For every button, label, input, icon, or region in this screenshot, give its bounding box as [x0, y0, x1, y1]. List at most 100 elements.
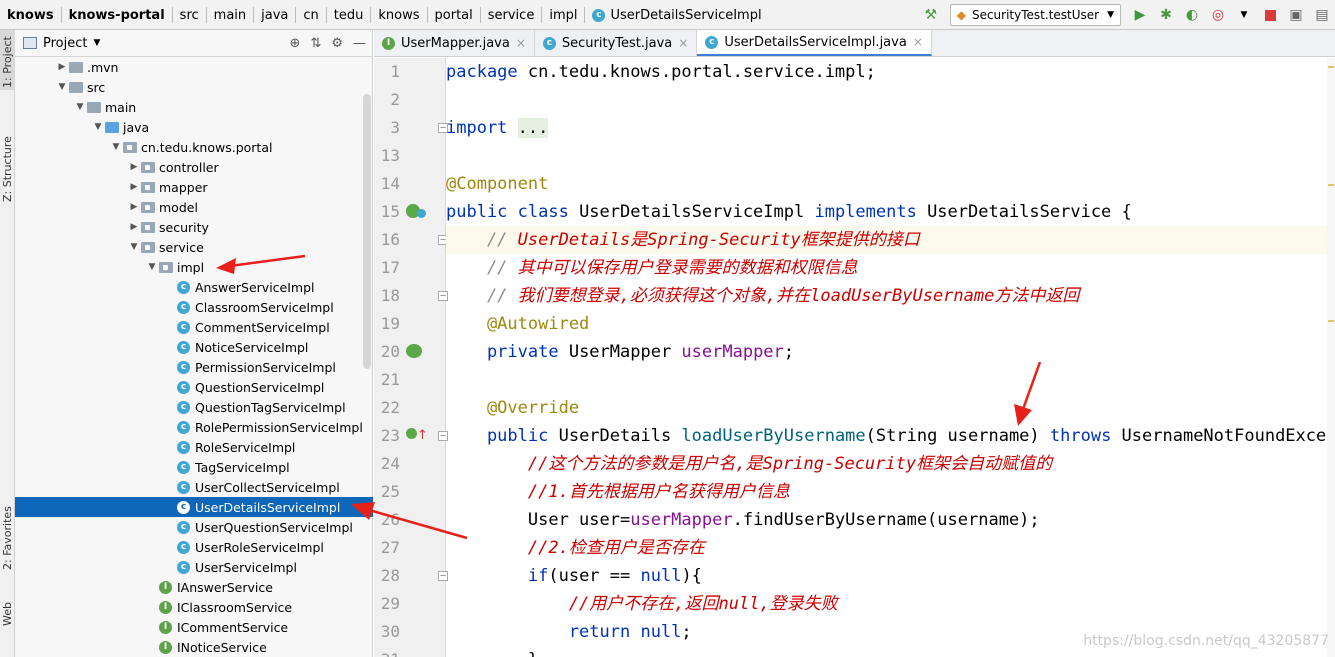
collapse-all-icon[interactable]: ⇅	[310, 36, 321, 51]
profiler-icon[interactable]: ◎	[1205, 0, 1231, 30]
breadcrumb-item[interactable]: knows	[371, 0, 426, 30]
tree-item-file[interactable]: c AnswerServiceImpl	[163, 277, 315, 297]
code-line[interactable]: public class UserDetailsServiceImpl impl…	[446, 198, 1335, 226]
expand-down-icon[interactable]: ▼	[73, 102, 87, 112]
expand-down-icon[interactable]: ▼	[127, 242, 141, 252]
breadcrumb-item[interactable]: main	[207, 0, 253, 30]
tree-item-folder[interactable]: ▼ impl	[145, 257, 205, 277]
project-structure-icon[interactable]: ▣	[1283, 0, 1309, 30]
tree-item-file[interactable]: c ClassroomServiceImpl	[163, 297, 334, 317]
code-line[interactable]: private UserMapper userMapper;	[446, 338, 1335, 366]
tree-item-file[interactable]: c QuestionTagServiceImpl	[163, 397, 346, 417]
breadcrumb-item[interactable]: impl	[542, 0, 584, 30]
code-line[interactable]	[446, 86, 1335, 114]
code-line[interactable]: //1.首先根据用户名获得用户信息	[446, 478, 1335, 506]
close-icon[interactable]: ×	[913, 35, 923, 49]
tree-item-file[interactable]: c NoticeServiceImpl	[163, 337, 308, 357]
expand-right-icon[interactable]: ▶	[127, 182, 141, 192]
editor-scrollbar[interactable]	[1327, 58, 1335, 657]
project-tool-tab[interactable]: 1: Project	[0, 30, 15, 90]
spring-bean-icon[interactable]	[406, 204, 426, 221]
tree-item-folder[interactable]: ▶ model	[127, 197, 198, 217]
breadcrumb-item[interactable]: src	[173, 0, 206, 30]
expand-down-icon[interactable]: ▼	[109, 142, 123, 152]
code-line[interactable]: // 我们要想登录,必须获得这个对象,并在loadUserByUsername方…	[446, 282, 1335, 310]
breadcrumb-item[interactable]: knows-portal	[62, 0, 172, 30]
tree-item-file[interactable]: c UserCollectServiceImpl	[163, 477, 340, 497]
tree-item-file[interactable]: I IAnswerService	[145, 577, 273, 597]
code-line[interactable]: @Component	[446, 170, 1335, 198]
tree-item-folder[interactable]: ▼ java	[91, 117, 150, 137]
breadcrumb-item[interactable]: cn	[296, 0, 325, 30]
favorites-tool-tab[interactable]: 2: Favorites	[0, 500, 15, 590]
code-line[interactable]: package cn.tedu.knows.portal.service.imp…	[446, 58, 1335, 86]
breadcrumb-item[interactable]: tedu	[327, 0, 371, 30]
tree-item-folder[interactable]: ▼ cn.tedu.knows.portal	[109, 137, 273, 157]
build-hammer-icon[interactable]: ⚒	[918, 0, 944, 30]
code-line[interactable]: // 其中可以保存用户登录需要的数据和权限信息	[446, 254, 1335, 282]
tree-item-file[interactable]: c RolePermissionServiceImpl	[163, 417, 363, 437]
expand-right-icon[interactable]: ▶	[127, 162, 141, 172]
override-method-icon[interactable]: ↑	[406, 428, 428, 443]
hide-panel-icon[interactable]: —	[353, 36, 366, 51]
tree-item-file[interactable]: c RoleServiceImpl	[163, 437, 295, 457]
gear-icon[interactable]: ⚙	[331, 36, 343, 51]
layout-icon[interactable]: ▤	[1309, 0, 1335, 30]
tree-item-file[interactable]: I IClassroomService	[145, 597, 292, 617]
tree-item-file[interactable]: c UserDetailsServiceImpl	[15, 497, 373, 517]
breadcrumb-item[interactable]: knows	[0, 0, 61, 30]
expand-down-icon[interactable]: ▼	[55, 82, 69, 92]
code-line[interactable]: User user=userMapper.findUserByUsername(…	[446, 506, 1335, 534]
tree-item-file[interactable]: c UserServiceImpl	[163, 557, 297, 577]
code-line[interactable]: //用户不存在,返回null,登录失败	[446, 590, 1335, 618]
tree-item-folder[interactable]: ▼ src	[55, 77, 106, 97]
tree-item-file[interactable]: c TagServiceImpl	[163, 457, 290, 477]
tree-item-file[interactable]: c QuestionServiceImpl	[163, 377, 324, 397]
autowired-bean-icon[interactable]	[406, 344, 422, 361]
tree-item-file[interactable]: c UserRoleServiceImpl	[163, 537, 324, 557]
breadcrumb-item[interactable]: c UserDetailsServiceImpl	[585, 0, 768, 30]
editor-tab[interactable]: c UserDetailsServiceImpl.java ×	[697, 30, 932, 56]
tree-item-file[interactable]: c CommentServiceImpl	[163, 317, 330, 337]
code-line[interactable]: if(user == null){	[446, 562, 1335, 590]
code-line[interactable]: // UserDetails是Spring-Security框架提供的接口	[446, 226, 1335, 254]
breadcrumb-item[interactable]: portal	[428, 0, 480, 30]
expand-down-icon[interactable]: ▼	[91, 122, 105, 132]
breadcrumb-item[interactable]: service	[481, 0, 542, 30]
expand-right-icon[interactable]: ▶	[127, 202, 141, 212]
run-configuration-select[interactable]: ◆ SecurityTest.testUser ▼	[949, 4, 1121, 26]
project-panel-title[interactable]: Project	[43, 36, 87, 51]
coverage-icon[interactable]: ◐	[1179, 0, 1205, 30]
code-line[interactable]: import ...	[446, 114, 1335, 142]
code-area[interactable]: package cn.tedu.knows.portal.service.imp…	[446, 58, 1335, 657]
expand-right-icon[interactable]: ▶	[55, 62, 69, 72]
code-line[interactable]: //这个方法的参数是用户名,是Spring-Security框架会自动赋值的	[446, 450, 1335, 478]
tree-item-folder[interactable]: ▼ main	[73, 97, 137, 117]
tree-item-folder[interactable]: ▶ .mvn	[55, 57, 119, 77]
close-icon[interactable]: ×	[678, 36, 688, 50]
tree-item-folder[interactable]: ▼ service	[127, 237, 204, 257]
code-line[interactable]: public UserDetails loadUserByUsername(St…	[446, 422, 1335, 450]
tree-scrollbar[interactable]	[363, 94, 371, 369]
web-tool-tab[interactable]: Web	[0, 600, 15, 640]
chevron-down-icon[interactable]: ▼	[93, 38, 100, 48]
editor-tab[interactable]: c SecurityTest.java ×	[535, 30, 698, 56]
stop-icon[interactable]	[1257, 0, 1283, 30]
locate-target-icon[interactable]: ⊕	[290, 36, 301, 51]
code-line[interactable]: //2.检查用户是否存在	[446, 534, 1335, 562]
tree-item-file[interactable]: I ICommentService	[145, 617, 288, 637]
more-run-options-icon[interactable]: ▼	[1231, 0, 1257, 30]
editor-tab[interactable]: I UserMapper.java ×	[374, 30, 535, 56]
tree-item-folder[interactable]: ▶ security	[127, 217, 209, 237]
tree-item-file[interactable]: c UserQuestionServiceImpl	[163, 517, 353, 537]
tree-item-folder[interactable]: ▶ controller	[127, 157, 219, 177]
close-icon[interactable]: ×	[516, 36, 526, 50]
structure-tool-tab[interactable]: Z: Structure	[0, 120, 15, 210]
code-line[interactable]	[446, 142, 1335, 170]
code-line[interactable]: @Autowired	[446, 310, 1335, 338]
expand-down-icon[interactable]: ▼	[145, 262, 159, 272]
debug-icon[interactable]: ✱	[1153, 0, 1179, 30]
code-line[interactable]: @Override	[446, 394, 1335, 422]
tree-item-folder[interactable]: ▶ mapper	[127, 177, 208, 197]
run-icon[interactable]: ▶	[1127, 0, 1153, 30]
